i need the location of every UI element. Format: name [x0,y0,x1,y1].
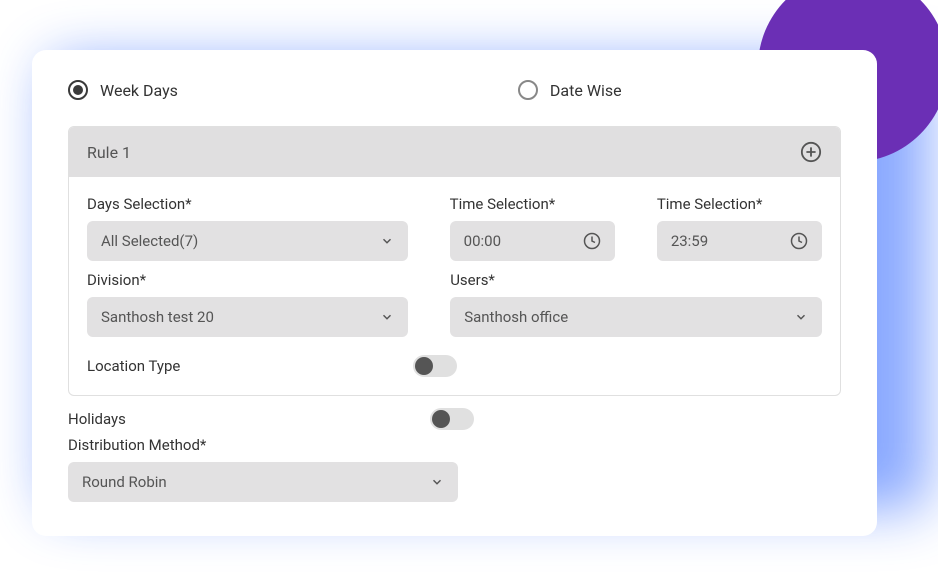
mode-tabs: Week Days Date Wise [68,80,841,100]
radio-unselected-icon [518,80,538,100]
tab-week-days-label: Week Days [100,81,178,100]
time-start-value: 00:00 [464,232,501,250]
division-value: Santhosh test 20 [101,308,214,326]
users-field: Users* Santhosh office [450,271,822,337]
location-type-toggle[interactable] [413,355,457,377]
days-selection-value: All Selected(7) [101,232,198,250]
time-end-label: Time Selection* [657,195,822,213]
location-type-row: Location Type [87,347,457,377]
time-start-label: Time Selection* [450,195,615,213]
users-select[interactable]: Santhosh office [450,297,822,337]
time-start-field: Time Selection* 00:00 [450,195,615,261]
holidays-row: Holidays [68,408,474,430]
toggle-knob [432,410,450,428]
division-select[interactable]: Santhosh test 20 [87,297,408,337]
rule-container: Rule 1 Days Selection* All Selected(7) [68,126,841,396]
tab-week-days[interactable]: Week Days [68,80,178,100]
below-rule-section: Holidays Distribution Method* Round Robi… [68,408,841,502]
time-end-input[interactable]: 23:59 [657,221,822,261]
chevron-down-icon [380,310,394,324]
radio-selected-icon [68,80,88,100]
toggle-knob [415,357,433,375]
tab-date-wise-label: Date Wise [550,81,622,100]
users-label: Users* [450,271,822,289]
holidays-label: Holidays [68,410,126,428]
rule-body: Days Selection* All Selected(7) Time Sel… [69,177,840,395]
rule-header: Rule 1 [69,127,840,177]
days-selection-select[interactable]: All Selected(7) [87,221,408,261]
time-end-value: 23:59 [671,232,708,250]
location-type-label: Location Type [87,357,180,375]
distribution-label: Distribution Method* [68,436,841,454]
division-field: Division* Santhosh test 20 [87,271,408,337]
clock-icon [790,232,808,250]
time-start-input[interactable]: 00:00 [450,221,615,261]
tab-date-wise[interactable]: Date Wise [518,80,622,100]
distribution-value: Round Robin [82,473,167,491]
rule-title: Rule 1 [87,143,131,162]
users-value: Santhosh office [464,308,568,326]
distribution-select[interactable]: Round Robin [68,462,458,502]
chevron-down-icon [380,234,394,248]
time-end-field: Time Selection* 23:59 [657,195,822,261]
holidays-toggle[interactable] [430,408,474,430]
division-label: Division* [87,271,408,289]
days-selection-label: Days Selection* [87,195,408,213]
distribution-field: Distribution Method* Round Robin [68,436,841,502]
settings-card: Week Days Date Wise Rule 1 Days Selectio… [32,50,877,536]
chevron-down-icon [794,310,808,324]
days-selection-field: Days Selection* All Selected(7) [87,195,408,261]
plus-circle-icon[interactable] [800,141,822,163]
clock-icon [583,232,601,250]
chevron-down-icon [430,475,444,489]
